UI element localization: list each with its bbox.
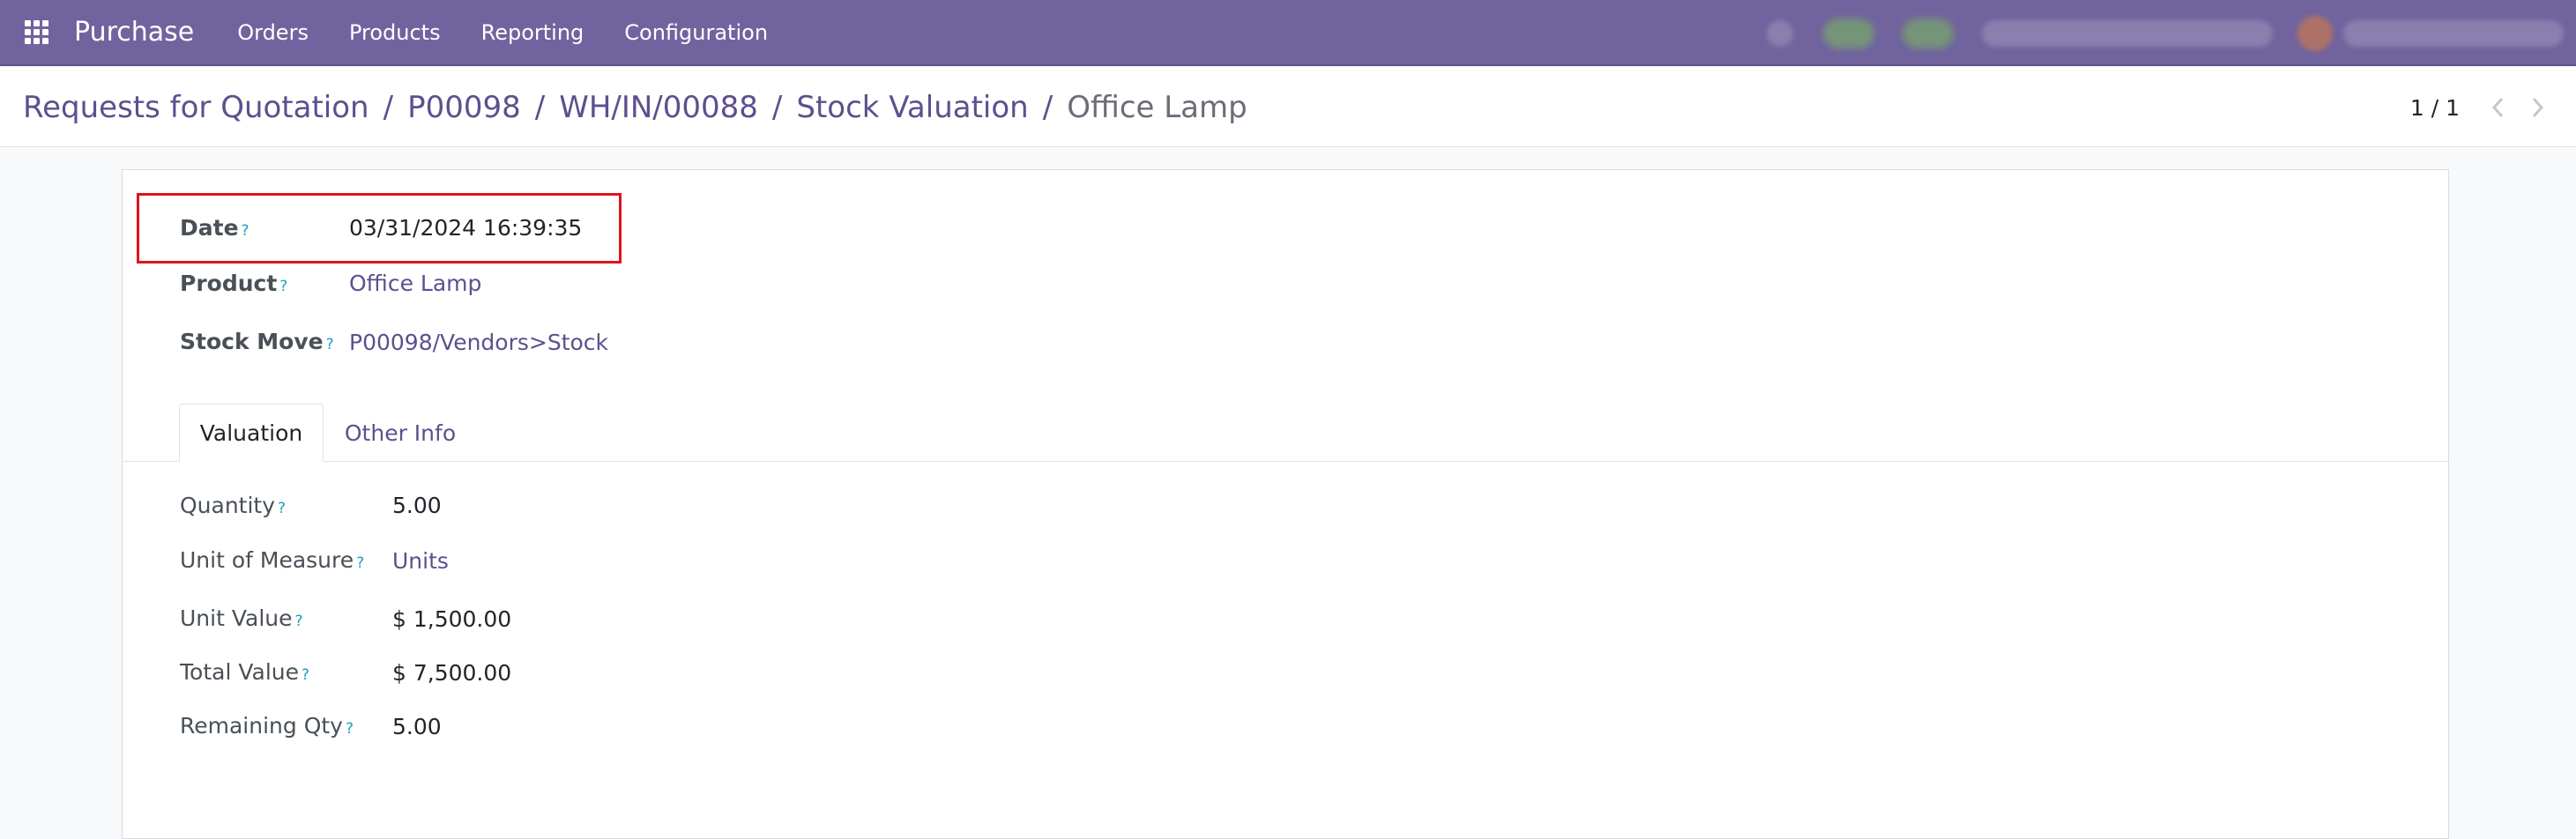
total-value: $ 7,500.00 [392,660,512,686]
remaining-qty-label-text: Remaining Qty [180,713,343,739]
unit-value-label-text: Unit Value [180,605,293,631]
stock-move-link[interactable]: P00098/Vendors>Stock [349,330,608,355]
product-label: Product ? [180,271,287,296]
breadcrumb-receipt[interactable]: WH/IN/00088 [559,90,758,125]
remaining-qty-value: 5.00 [392,714,442,739]
chevron-right-icon[interactable] [2521,92,2553,123]
pager: 1 / 1 [2410,68,2576,147]
control-panel: Requests for Quotation / P00098 / WH/IN/… [0,68,2576,147]
unit-value-help-icon[interactable]: ? [295,613,303,630]
stock-move-label: Stock Move ? [180,329,334,354]
product-link[interactable]: Office Lamp [349,271,481,296]
form-sheet: Date ? 03/31/2024 16:39:35 Product ? Off… [122,169,2449,839]
breadcrumb-separator: / [1042,90,1053,125]
total-value-help-icon[interactable]: ? [302,666,309,684]
pager-value[interactable]: 1 / 1 [2410,95,2460,121]
tab-valuation[interactable]: Valuation [179,404,324,462]
breadcrumb-separator: / [383,90,394,125]
systray-messages-icon[interactable] [1823,18,1874,48]
uom-help-icon[interactable]: ? [356,554,364,572]
total-value-label-text: Total Value [180,659,299,685]
app-name[interactable]: Purchase [74,17,194,48]
systray [1767,0,2576,66]
menu-reporting[interactable]: Reporting [481,20,584,45]
remaining-qty-label: Remaining Qty ? [180,713,354,739]
stock-move-label-text: Stock Move [180,329,324,354]
quantity-value: 5.00 [392,493,442,518]
tab-other-info[interactable]: Other Info [334,404,466,462]
menu-configuration[interactable]: Configuration [624,20,768,45]
unit-value: $ 1,500.00 [392,606,512,632]
chevron-left-icon[interactable] [2483,92,2514,123]
breadcrumb-current: Office Lamp [1067,90,1247,125]
tabs-divider [123,461,2448,462]
product-help-icon[interactable]: ? [279,278,287,295]
uom-link[interactable]: Units [392,548,449,574]
quantity-help-icon[interactable]: ? [278,500,286,517]
user-menu[interactable] [2343,19,2564,47]
systray-status-icon[interactable] [1767,19,1793,47]
unit-value-label: Unit Value ? [180,605,303,631]
user-avatar[interactable] [2297,15,2333,51]
breadcrumb-rfq[interactable]: Requests for Quotation [23,90,369,125]
breadcrumb: Requests for Quotation / P00098 / WH/IN/… [23,68,1247,147]
breadcrumb-purchase-order[interactable]: P00098 [407,90,521,125]
product-label-text: Product [180,271,278,296]
apps-grid-icon[interactable] [25,19,49,45]
breadcrumb-separator: / [534,90,546,125]
uom-label: Unit of Measure ? [180,547,364,573]
quantity-label-text: Quantity [180,493,276,518]
systray-company-switcher[interactable] [1982,19,2273,47]
breadcrumb-separator: / [771,90,783,125]
uom-label-text: Unit of Measure [180,547,354,573]
menu-products[interactable]: Products [349,20,441,45]
systray-activity-icon[interactable] [1902,18,1954,48]
menu-orders[interactable]: Orders [237,20,309,45]
stock-move-help-icon[interactable]: ? [326,336,334,353]
quantity-label: Quantity ? [180,493,286,518]
date-highlight-box [137,193,622,264]
total-value-label: Total Value ? [180,659,309,685]
top-navbar: Purchase Orders Products Reporting Confi… [0,0,2576,66]
remaining-qty-help-icon[interactable]: ? [346,720,354,738]
breadcrumb-stock-valuation[interactable]: Stock Valuation [796,90,1028,125]
